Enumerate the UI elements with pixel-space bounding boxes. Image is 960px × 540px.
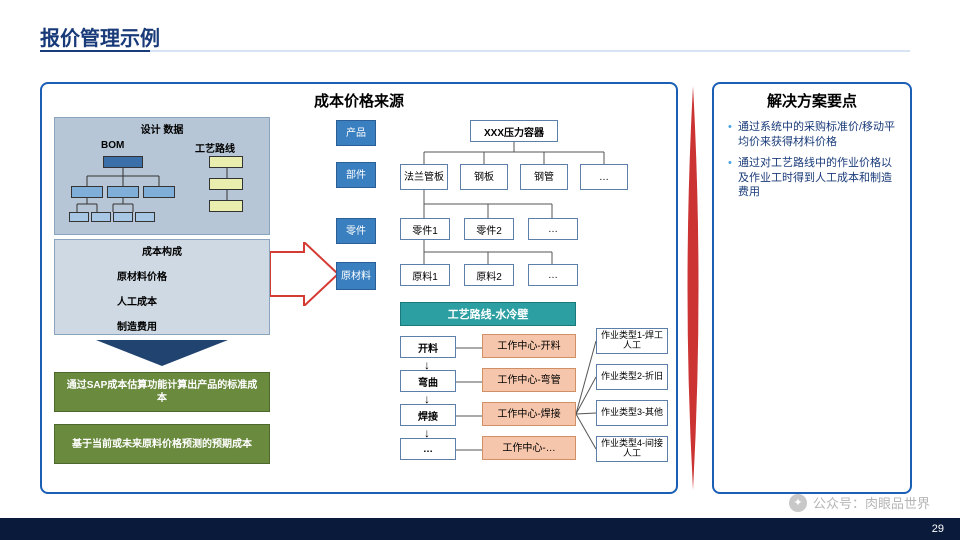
- row-label-part: 零件: [336, 218, 376, 244]
- cost-item: 原材料价格: [55, 268, 269, 283]
- row-label-product: 产品: [336, 120, 376, 146]
- design-data-box: 设计 数据 BOM 工艺路线: [54, 117, 270, 235]
- down-arrow-icon: [96, 340, 228, 366]
- panel-left-title: 成本价格来源: [42, 84, 676, 114]
- material-node: 原料1: [400, 264, 450, 286]
- page-title: 报价管理示例: [40, 22, 160, 51]
- bom-label: BOM: [101, 140, 124, 151]
- component-node: …: [580, 164, 628, 190]
- step-box: 开料: [400, 336, 456, 358]
- green-note-sap: 通过SAP成本估算功能计算出产品的标准成本: [54, 372, 270, 412]
- part-node: …: [528, 218, 578, 240]
- row-label-component: 部件: [336, 162, 376, 188]
- route-title-box: 工艺路线-水冷壁: [400, 302, 576, 326]
- page-number: 29: [932, 523, 944, 535]
- activity-box: 作业类型4-间接人工: [596, 436, 668, 462]
- material-node: …: [528, 264, 578, 286]
- design-title: 设计 数据: [55, 118, 269, 136]
- activity-box: 作业类型1-焊工人工: [596, 328, 668, 354]
- activity-box: 作业类型2-折旧: [596, 364, 668, 390]
- work-center-box: 工作中心-…: [482, 436, 576, 460]
- cost-title: 成本构成: [55, 240, 269, 258]
- step-box: 弯曲: [400, 370, 456, 392]
- work-center-box: 工作中心-开料: [482, 334, 576, 358]
- work-center-box: 工作中心-焊接: [482, 402, 576, 426]
- part-node: 零件2: [464, 218, 514, 240]
- panel-cost-source: 成本价格来源 设计 数据 BOM 工艺路线 成本构成 原材料价格: [40, 82, 678, 494]
- cost-composition-box: 成本构成 原材料价格 人工成本 制造费用: [54, 239, 270, 335]
- red-divider-icon: [682, 86, 704, 490]
- component-node: 钢管: [520, 164, 568, 190]
- watermark-text: 公众号：肉眼品世界: [813, 493, 930, 512]
- work-center-box: 工作中心-弯管: [482, 368, 576, 392]
- footer-bar: 29: [0, 518, 960, 540]
- solution-bullet: 通过对工艺路线中的作业价格以及作业工时得到人工成本和制造费用: [728, 156, 900, 201]
- green-note-forecast: 基于当前或未来原料价格预测的预期成本: [54, 424, 270, 464]
- material-node: 原料2: [464, 264, 514, 286]
- route-label: 工艺路线: [195, 140, 235, 155]
- solution-bullet: 通过系统中的采购标准价/移动平均价来获得材料价格: [728, 120, 900, 150]
- activity-box: 作业类型3-其他: [596, 400, 668, 426]
- wechat-icon: ✦: [789, 494, 807, 512]
- panel-right-title: 解决方案要点: [714, 84, 910, 114]
- panel-solution: 解决方案要点 通过系统中的采购标准价/移动平均价来获得材料价格 通过对工艺路线中…: [712, 82, 912, 494]
- cost-item: 人工成本: [55, 293, 269, 308]
- component-node: 钢板: [460, 164, 508, 190]
- title-underline: [40, 50, 910, 52]
- cost-item: 制造费用: [55, 318, 269, 333]
- part-node: 零件1: [400, 218, 450, 240]
- watermark: ✦ 公众号：肉眼品世界: [789, 493, 930, 512]
- bom-diagram: [69, 156, 169, 226]
- route-diagram: [197, 156, 255, 226]
- right-arrow-icon: [270, 242, 338, 306]
- row-label-material: 原材料: [336, 262, 376, 290]
- component-node: 法兰管板: [400, 164, 448, 190]
- product-node: XXX压力容器: [470, 120, 558, 142]
- step-box: …: [400, 438, 456, 460]
- step-box: 焊接: [400, 404, 456, 426]
